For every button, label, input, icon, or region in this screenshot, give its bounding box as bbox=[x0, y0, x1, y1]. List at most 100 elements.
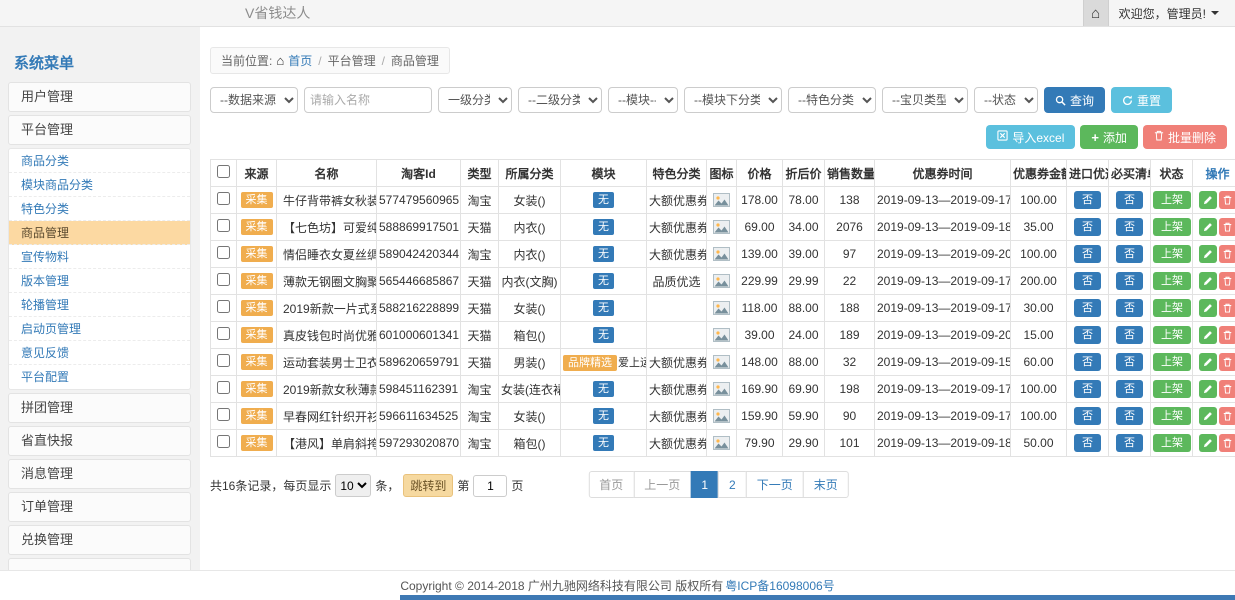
edit-button[interactable] bbox=[1199, 326, 1217, 344]
home-button[interactable]: ⌂ bbox=[1083, 0, 1109, 26]
edit-button[interactable] bbox=[1199, 299, 1217, 317]
pager-next-page[interactable]: 下一页 bbox=[746, 471, 804, 498]
must-buy-toggle[interactable]: 否 bbox=[1116, 380, 1143, 398]
submenu-item-feedback[interactable]: 意见反馈 bbox=[9, 341, 190, 365]
level2-category-select[interactable]: --二级分类-- bbox=[518, 87, 602, 113]
status-button[interactable]: 上架 bbox=[1153, 245, 1191, 263]
breadcrumb-home-link[interactable]: 首页 bbox=[288, 52, 312, 69]
row-checkbox[interactable] bbox=[217, 219, 230, 232]
import-select-toggle[interactable]: 否 bbox=[1074, 191, 1101, 209]
import-select-toggle[interactable]: 否 bbox=[1074, 245, 1101, 263]
row-checkbox[interactable] bbox=[217, 327, 230, 340]
row-checkbox[interactable] bbox=[217, 246, 230, 259]
sidebar-item-order-management[interactable]: 订单管理 bbox=[8, 492, 191, 522]
edit-button[interactable] bbox=[1199, 407, 1217, 425]
row-checkbox[interactable] bbox=[217, 300, 230, 313]
submenu-item-product-category[interactable]: 商品分类 bbox=[9, 149, 190, 173]
status-button[interactable]: 上架 bbox=[1153, 218, 1191, 236]
query-button[interactable]: 查询 bbox=[1044, 87, 1105, 113]
row-checkbox[interactable] bbox=[217, 381, 230, 394]
import-select-toggle[interactable]: 否 bbox=[1074, 407, 1101, 425]
submenu-item-carousel-management[interactable]: 轮播管理 bbox=[9, 293, 190, 317]
data-source-select[interactable]: --数据来源-- bbox=[210, 87, 298, 113]
submenu-item-platform-config[interactable]: 平台配置 bbox=[9, 365, 190, 389]
reset-button[interactable]: 重置 bbox=[1111, 87, 1172, 113]
row-checkbox[interactable] bbox=[217, 354, 230, 367]
edit-button[interactable] bbox=[1199, 434, 1217, 452]
import-select-toggle[interactable]: 否 bbox=[1074, 326, 1101, 344]
submenu-item-product-management[interactable]: 商品管理 bbox=[9, 221, 190, 245]
submenu-item-promotion-material[interactable]: 宣传物料 bbox=[9, 245, 190, 269]
sidebar-item-groupbuy-management[interactable]: 拼团管理 bbox=[8, 393, 191, 423]
status-button[interactable]: 上架 bbox=[1153, 434, 1191, 452]
delete-button[interactable] bbox=[1219, 245, 1235, 263]
row-checkbox[interactable] bbox=[217, 408, 230, 421]
edit-button[interactable] bbox=[1199, 191, 1217, 209]
delete-button[interactable] bbox=[1219, 353, 1235, 371]
submenu-item-module-product-category[interactable]: 模块商品分类 bbox=[9, 173, 190, 197]
delete-button[interactable] bbox=[1219, 434, 1235, 452]
status-button[interactable]: 上架 bbox=[1153, 380, 1191, 398]
status-button[interactable]: 上架 bbox=[1153, 353, 1191, 371]
must-buy-toggle[interactable]: 否 bbox=[1116, 434, 1143, 452]
status-button[interactable]: 上架 bbox=[1153, 272, 1191, 290]
must-buy-toggle[interactable]: 否 bbox=[1116, 218, 1143, 236]
jump-button[interactable]: 跳转到 bbox=[403, 474, 453, 497]
import-select-toggle[interactable]: 否 bbox=[1074, 218, 1101, 236]
row-checkbox[interactable] bbox=[217, 192, 230, 205]
delete-button[interactable] bbox=[1219, 326, 1235, 344]
import-select-toggle[interactable]: 否 bbox=[1074, 299, 1101, 317]
import-select-toggle[interactable]: 否 bbox=[1074, 272, 1101, 290]
pager-page-1[interactable]: 1 bbox=[690, 471, 719, 498]
submenu-item-version-management[interactable]: 版本管理 bbox=[9, 269, 190, 293]
delete-button[interactable] bbox=[1219, 299, 1235, 317]
delete-button[interactable] bbox=[1219, 272, 1235, 290]
import-excel-button[interactable]: 导入excel bbox=[986, 125, 1075, 149]
status-button[interactable]: 上架 bbox=[1153, 326, 1191, 344]
status-button[interactable]: 上架 bbox=[1153, 299, 1191, 317]
sidebar-item-clipped[interactable] bbox=[8, 558, 191, 570]
name-input[interactable] bbox=[304, 87, 432, 113]
sidebar-item-user-management[interactable]: 用户管理 bbox=[8, 82, 191, 112]
delete-button[interactable] bbox=[1219, 218, 1235, 236]
sidebar-item-exchange-management[interactable]: 兑换管理 bbox=[8, 525, 191, 555]
module-subcategory-select[interactable]: --模块下分类-- bbox=[684, 87, 782, 113]
delete-button[interactable] bbox=[1219, 380, 1235, 398]
page-size-select[interactable]: 10 bbox=[335, 474, 371, 497]
edit-button[interactable] bbox=[1199, 380, 1217, 398]
batch-delete-button[interactable]: 批量删除 bbox=[1143, 125, 1227, 149]
status-select[interactable]: --状态-- bbox=[974, 87, 1038, 113]
row-checkbox[interactable] bbox=[217, 435, 230, 448]
select-all-checkbox[interactable] bbox=[217, 165, 230, 178]
import-select-toggle[interactable]: 否 bbox=[1074, 353, 1101, 371]
import-select-toggle[interactable]: 否 bbox=[1074, 380, 1101, 398]
status-button[interactable]: 上架 bbox=[1153, 191, 1191, 209]
must-buy-toggle[interactable]: 否 bbox=[1116, 326, 1143, 344]
module-select[interactable]: --模块-- bbox=[608, 87, 678, 113]
edit-button[interactable] bbox=[1199, 218, 1217, 236]
sidebar-item-message-management[interactable]: 消息管理 bbox=[8, 459, 191, 489]
must-buy-toggle[interactable]: 否 bbox=[1116, 272, 1143, 290]
pager-page-2[interactable]: 2 bbox=[718, 471, 747, 498]
must-buy-toggle[interactable]: 否 bbox=[1116, 353, 1143, 371]
must-buy-toggle[interactable]: 否 bbox=[1116, 407, 1143, 425]
import-select-toggle[interactable]: 否 bbox=[1074, 434, 1101, 452]
icp-link[interactable]: 粤ICP备16098006号 bbox=[725, 577, 834, 594]
edit-button[interactable] bbox=[1199, 353, 1217, 371]
product-type-select[interactable]: --宝贝类型-- bbox=[882, 87, 968, 113]
welcome-menu[interactable]: 欢迎您，管理员! bbox=[1119, 5, 1219, 22]
must-buy-toggle[interactable]: 否 bbox=[1116, 245, 1143, 263]
delete-button[interactable] bbox=[1219, 407, 1235, 425]
featured-category-select[interactable]: --特色分类-- bbox=[788, 87, 876, 113]
jump-page-input[interactable] bbox=[473, 475, 507, 497]
level1-category-select[interactable]: 一级分类 bbox=[438, 87, 512, 113]
sidebar-item-platform-management[interactable]: 平台管理 bbox=[8, 115, 191, 145]
add-button[interactable]: + 添加 bbox=[1080, 125, 1138, 149]
submenu-item-featured-category[interactable]: 特色分类 bbox=[9, 197, 190, 221]
edit-button[interactable] bbox=[1199, 245, 1217, 263]
pager-last-page[interactable]: 末页 bbox=[803, 471, 849, 498]
row-checkbox[interactable] bbox=[217, 273, 230, 286]
must-buy-toggle[interactable]: 否 bbox=[1116, 299, 1143, 317]
submenu-item-splash-management[interactable]: 启动页管理 bbox=[9, 317, 190, 341]
status-button[interactable]: 上架 bbox=[1153, 407, 1191, 425]
